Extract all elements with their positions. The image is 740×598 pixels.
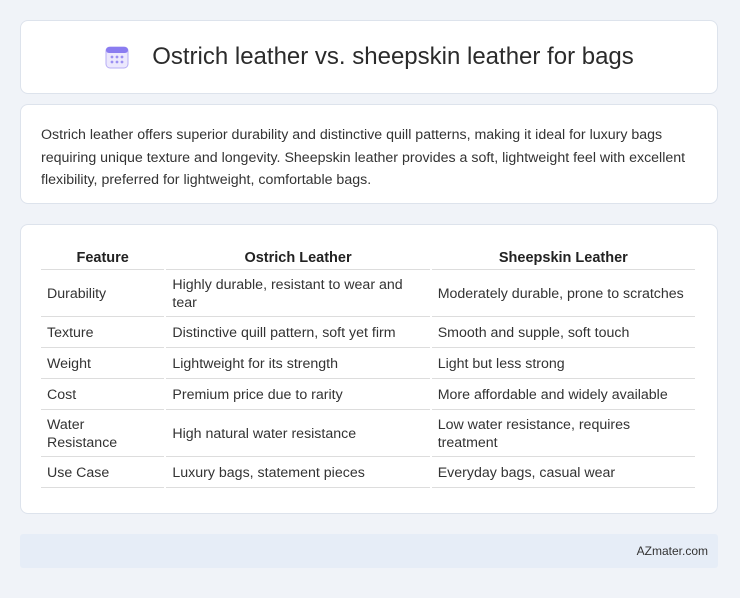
summary-card: Ostrich leather offers superior durabili… bbox=[20, 104, 718, 204]
table-cell: Highly durable, resistant to wear and te… bbox=[166, 272, 430, 317]
footer: AZmater.com bbox=[20, 534, 718, 568]
footer-site-link[interactable]: AZmater.com bbox=[637, 544, 708, 558]
table-row: Use Case Luxury bags, statement pieces E… bbox=[41, 459, 695, 488]
table-row: Weight Lightweight for its strength Ligh… bbox=[41, 350, 695, 379]
table-cell: Premium price due to rarity bbox=[166, 381, 430, 410]
table-cell: Use Case bbox=[41, 459, 165, 488]
table-cell: Distinctive quill pattern, soft yet firm bbox=[166, 319, 430, 348]
table-cell: High natural water resistance bbox=[166, 412, 430, 457]
page-title: Ostrich leather vs. sheepskin leather fo… bbox=[152, 43, 634, 70]
table-cell: Weight bbox=[41, 350, 165, 379]
table-cell: Texture bbox=[41, 319, 165, 348]
table-cell: Everyday bags, casual wear bbox=[431, 459, 695, 488]
table-row: Durability Highly durable, resistant to … bbox=[41, 272, 695, 317]
title-card: Ostrich leather vs. sheepskin leather fo… bbox=[20, 20, 718, 94]
table-cell: Light but less strong bbox=[431, 350, 695, 379]
comparison-table-card: Feature Ostrich Leather Sheepskin Leathe… bbox=[20, 224, 718, 514]
table-cell: More affordable and widely available bbox=[431, 381, 695, 410]
column-header-feature: Feature bbox=[41, 245, 165, 270]
table-header-row: Feature Ostrich Leather Sheepskin Leathe… bbox=[41, 245, 695, 270]
table-row: Water Resistance High natural water resi… bbox=[41, 412, 695, 457]
summary-text: Ostrich leather offers superior durabili… bbox=[41, 127, 686, 188]
table-row: Texture Distinctive quill pattern, soft … bbox=[41, 319, 695, 348]
table-cell: Moderately durable, prone to scratches bbox=[431, 272, 695, 317]
table-cell: Smooth and supple, soft touch bbox=[431, 319, 695, 348]
table-cell: Durability bbox=[41, 272, 165, 317]
table-cell: Cost bbox=[41, 381, 165, 410]
table-row: Cost Premium price due to rarity More af… bbox=[41, 381, 695, 410]
table-cell: Water Resistance bbox=[41, 412, 165, 457]
column-header-sheepskin: Sheepskin Leather bbox=[431, 245, 695, 270]
calendar-icon bbox=[104, 44, 130, 70]
table-cell: Low water resistance, requires treatment bbox=[431, 412, 695, 457]
comparison-table: Feature Ostrich Leather Sheepskin Leathe… bbox=[39, 243, 697, 490]
column-header-ostrich: Ostrich Leather bbox=[166, 245, 430, 270]
table-cell: Lightweight for its strength bbox=[166, 350, 430, 379]
table-cell: Luxury bags, statement pieces bbox=[166, 459, 430, 488]
